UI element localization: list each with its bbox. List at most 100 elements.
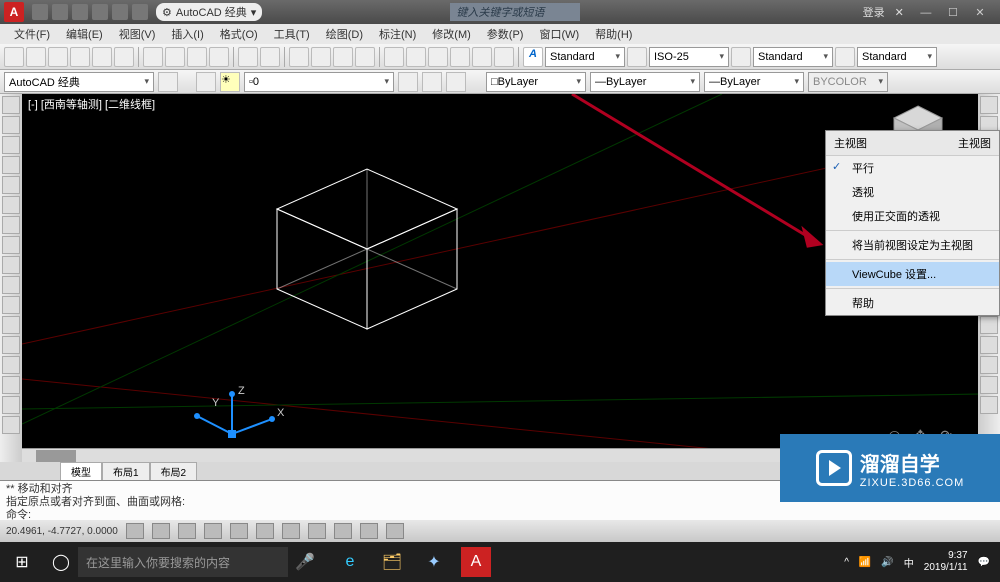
- open-icon[interactable]: [26, 47, 46, 67]
- menu-tools[interactable]: 工具(T): [266, 24, 318, 44]
- ws-settings-icon[interactable]: [158, 72, 178, 92]
- pan-icon[interactable]: [289, 47, 309, 67]
- donut-tool-icon[interactable]: [2, 376, 20, 394]
- preview-icon[interactable]: [92, 47, 112, 67]
- text-a-icon[interactable]: A: [523, 47, 543, 67]
- qp-toggle-icon[interactable]: [360, 523, 378, 539]
- layer-combo[interactable]: ▫ 0▾: [244, 72, 394, 92]
- line-tool-icon[interactable]: [2, 96, 20, 114]
- taskbar-autocad-icon[interactable]: A: [461, 547, 491, 577]
- match-icon[interactable]: [209, 47, 229, 67]
- zoom-prev-icon[interactable]: [355, 47, 375, 67]
- publish-icon[interactable]: [114, 47, 134, 67]
- tool-palettes-icon[interactable]: [428, 47, 448, 67]
- tab-model[interactable]: 模型: [60, 462, 102, 480]
- login-link[interactable]: 登录: [863, 4, 885, 20]
- text-style-combo[interactable]: Standard▾: [545, 47, 625, 67]
- mleader-icon[interactable]: [835, 47, 855, 67]
- menu-insert[interactable]: 插入(I): [163, 24, 211, 44]
- layer-match-icon[interactable]: [446, 72, 466, 92]
- tray-network-icon[interactable]: 📶: [859, 557, 871, 568]
- menu-ortho-perspective[interactable]: 使用正交面的透视: [826, 204, 999, 228]
- spline-tool-icon[interactable]: [2, 236, 20, 254]
- cut-icon[interactable]: [143, 47, 163, 67]
- revision-tool-icon[interactable]: [2, 396, 20, 414]
- properties-icon[interactable]: [384, 47, 404, 67]
- rectangle-tool-icon[interactable]: [2, 176, 20, 194]
- close-button[interactable]: ✕: [968, 6, 992, 19]
- menu-view[interactable]: 视图(V): [111, 24, 164, 44]
- mline-tool-icon[interactable]: [2, 356, 20, 374]
- notifications-icon[interactable]: 💬: [978, 557, 990, 568]
- zoom-window-icon[interactable]: [333, 47, 353, 67]
- qat-redo-icon[interactable]: [112, 4, 128, 20]
- ellipse-tool-icon[interactable]: [2, 196, 20, 214]
- hatch-tool-icon[interactable]: [2, 216, 20, 234]
- workspace-combo[interactable]: AutoCAD 经典▾: [4, 72, 154, 92]
- menu-file[interactable]: 文件(F): [6, 24, 58, 44]
- sc-toggle-icon[interactable]: [386, 523, 404, 539]
- exchange-icon[interactable]: ✕: [895, 6, 904, 19]
- snap-toggle-icon[interactable]: [126, 523, 144, 539]
- layer-iso-icon[interactable]: [422, 72, 442, 92]
- qat-new-icon[interactable]: [32, 4, 48, 20]
- point-tool-icon[interactable]: [2, 256, 20, 274]
- color-combo[interactable]: □ ByLayer▾: [486, 72, 586, 92]
- redo-icon[interactable]: [260, 47, 280, 67]
- zoom-realtime-icon[interactable]: [311, 47, 331, 67]
- menu-dimension[interactable]: 标注(N): [371, 24, 424, 44]
- lwt-toggle-icon[interactable]: [334, 523, 352, 539]
- start-button[interactable]: ⊞: [0, 542, 44, 582]
- sheet-set-icon[interactable]: [450, 47, 470, 67]
- clock-date[interactable]: 2019/1/11: [924, 562, 968, 574]
- join-tool-icon[interactable]: [980, 336, 998, 354]
- tab-layout1[interactable]: 布局1: [102, 462, 150, 480]
- mic-icon[interactable]: 🎤: [288, 552, 322, 572]
- calc-icon[interactable]: [494, 47, 514, 67]
- region-tool-icon[interactable]: [2, 316, 20, 334]
- explode-tool-icon[interactable]: [980, 396, 998, 414]
- menu-window[interactable]: 窗口(W): [531, 24, 587, 44]
- fillet-tool-icon[interactable]: [980, 376, 998, 394]
- osnap-toggle-icon[interactable]: [230, 523, 248, 539]
- menu-edit[interactable]: 编辑(E): [58, 24, 111, 44]
- menu-perspective[interactable]: 透视: [826, 180, 999, 204]
- viewport-label[interactable]: [-] [西南等轴测] [二维线框]: [28, 96, 155, 112]
- plotstyle-combo[interactable]: BYCOLOR▾: [808, 72, 888, 92]
- tab-layout2[interactable]: 布局2: [150, 462, 198, 480]
- taskbar-search-input[interactable]: 在这里输入你要搜索的内容: [78, 547, 288, 577]
- block-tool-icon[interactable]: [2, 276, 20, 294]
- circle-tool-icon[interactable]: [2, 136, 20, 154]
- lineweight-combo[interactable]: — ByLayer▾: [704, 72, 804, 92]
- menu-help[interactable]: 帮助(H): [587, 24, 640, 44]
- tray-volume-icon[interactable]: 🔊: [881, 557, 893, 568]
- erase-tool-icon[interactable]: [980, 96, 998, 114]
- arc-tool-icon[interactable]: [2, 156, 20, 174]
- menu-parametric[interactable]: 参数(P): [479, 24, 532, 44]
- layer-prev-icon[interactable]: [398, 72, 418, 92]
- markup-icon[interactable]: [472, 47, 492, 67]
- design-center-icon[interactable]: [406, 47, 426, 67]
- break-tool-icon[interactable]: [980, 316, 998, 334]
- qat-undo-icon[interactable]: [92, 4, 108, 20]
- qat-save-icon[interactable]: [72, 4, 88, 20]
- paste-icon[interactable]: [187, 47, 207, 67]
- polyline-tool-icon[interactable]: [2, 116, 20, 134]
- cortana-icon[interactable]: ◯: [44, 542, 78, 582]
- save-icon[interactable]: [48, 47, 68, 67]
- minimize-button[interactable]: —: [914, 7, 938, 19]
- menu-format[interactable]: 格式(O): [212, 24, 266, 44]
- chamfer-tool-icon[interactable]: [980, 356, 998, 374]
- dim-style-combo[interactable]: ISO-25▾: [649, 47, 729, 67]
- print-icon[interactable]: [70, 47, 90, 67]
- maximize-button[interactable]: ☐: [941, 6, 965, 19]
- otrack-toggle-icon[interactable]: [256, 523, 274, 539]
- tray-up-icon[interactable]: ^: [844, 557, 849, 568]
- menu-parallel[interactable]: 平行: [826, 156, 999, 180]
- ortho-toggle-icon[interactable]: [178, 523, 196, 539]
- clock-time[interactable]: 9:37: [924, 550, 968, 562]
- linetype-combo[interactable]: — ByLayer▾: [590, 72, 700, 92]
- menu-draw[interactable]: 绘图(D): [318, 24, 371, 44]
- copy-icon[interactable]: [165, 47, 185, 67]
- table-tool-icon[interactable]: [2, 336, 20, 354]
